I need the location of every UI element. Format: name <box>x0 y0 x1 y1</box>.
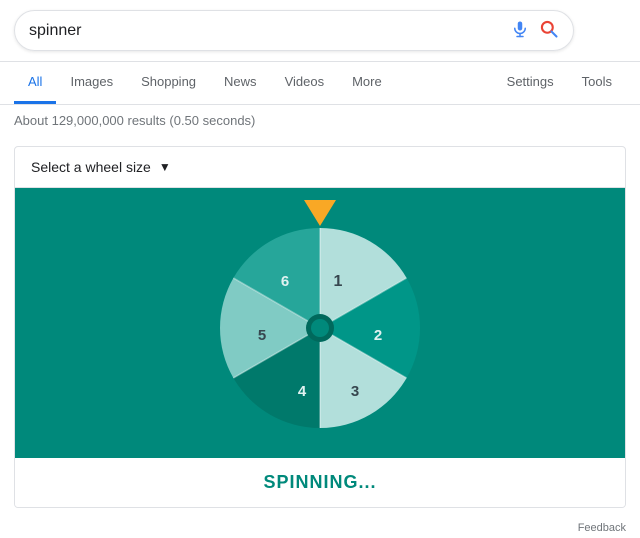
tab-tools[interactable]: Tools <box>568 62 626 104</box>
nav-right: Settings Tools <box>493 62 626 104</box>
wheel-svg: 1 2 3 4 5 6 <box>210 218 430 438</box>
tab-videos[interactable]: Videos <box>271 62 339 104</box>
search-icons <box>511 19 559 42</box>
feedback-link[interactable]: Feedback <box>578 522 626 534</box>
tab-all[interactable]: All <box>14 62 56 104</box>
search-input[interactable]: spinner <box>29 22 501 40</box>
label-2: 2 <box>374 327 382 344</box>
label-5: 5 <box>258 327 266 344</box>
spinning-label: SPINNING... <box>263 472 376 492</box>
search-button[interactable] <box>539 19 559 42</box>
results-info: About 129,000,000 results (0.50 seconds) <box>0 105 640 136</box>
nav-tabs: All Images Shopping News Videos More Set… <box>0 62 640 105</box>
mic-icon[interactable] <box>511 20 529 41</box>
spinner-canvas: 1 2 3 4 5 6 <box>15 188 625 458</box>
search-input-wrap: spinner <box>14 10 574 51</box>
label-3: 3 <box>351 383 359 400</box>
wheel-size-label: Select a wheel size <box>31 159 151 175</box>
feedback-row: Feedback <box>0 518 640 538</box>
label-1: 1 <box>334 273 343 290</box>
label-4: 4 <box>298 383 307 400</box>
spinning-text: SPINNING... <box>15 458 625 507</box>
tab-news[interactable]: News <box>210 62 271 104</box>
spinner-pointer <box>304 200 336 226</box>
wheel-container[interactable]: 1 2 3 4 5 6 <box>210 218 430 438</box>
tab-shopping[interactable]: Shopping <box>127 62 210 104</box>
label-6: 6 <box>281 273 289 290</box>
wheel-size-selector[interactable]: Select a wheel size ▼ <box>15 147 625 188</box>
results-count: About 129,000,000 results (0.50 seconds) <box>14 113 255 128</box>
tab-more[interactable]: More <box>338 62 396 104</box>
search-bar: spinner <box>0 0 640 62</box>
center-dot <box>311 319 329 337</box>
spinner-widget: Select a wheel size ▼ <box>14 146 626 508</box>
tab-settings[interactable]: Settings <box>493 62 568 104</box>
tab-images[interactable]: Images <box>56 62 127 104</box>
chevron-down-icon: ▼ <box>159 160 171 174</box>
